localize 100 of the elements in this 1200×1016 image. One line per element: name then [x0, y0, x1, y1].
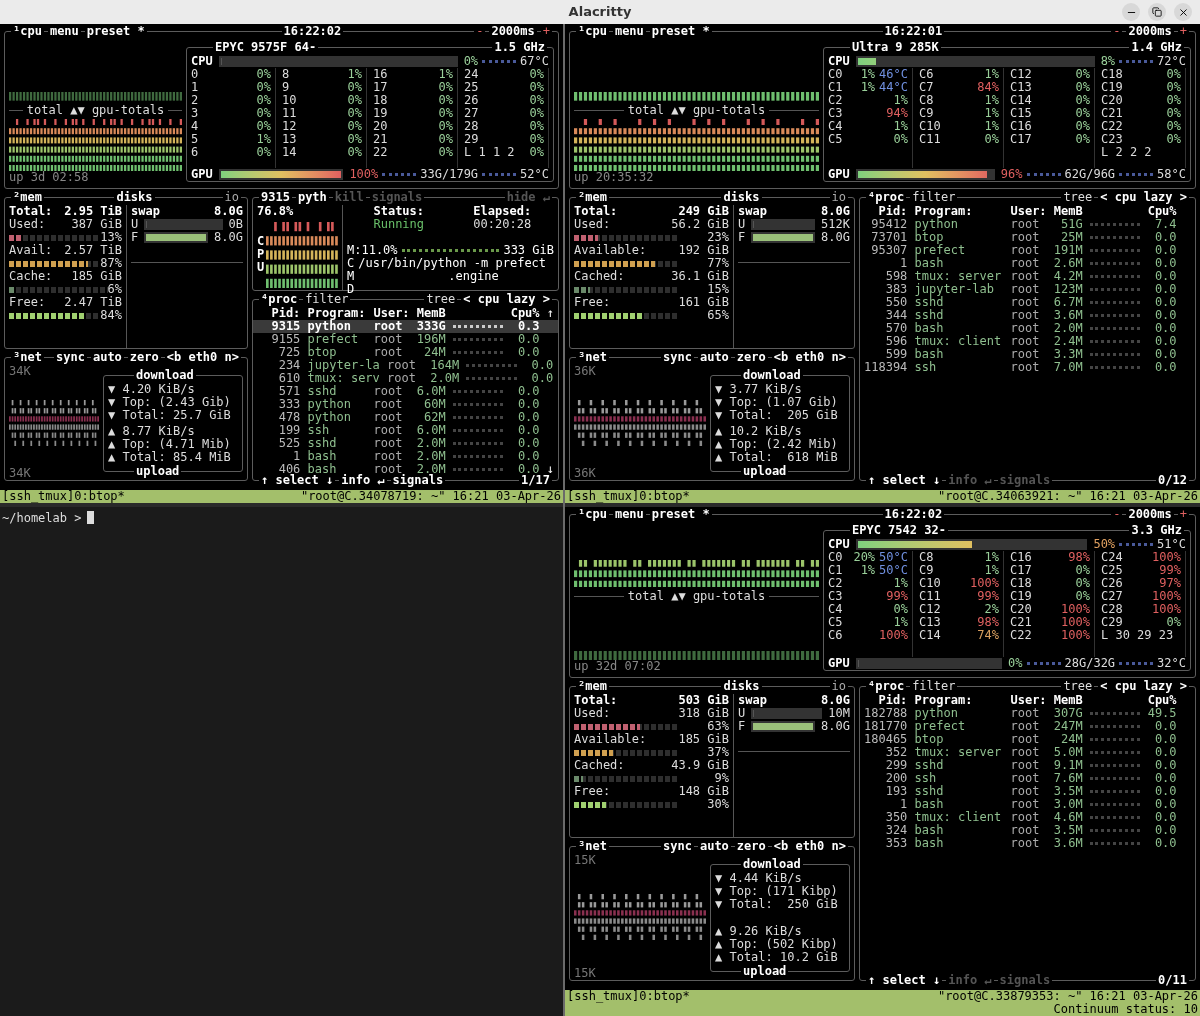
time-label[interactable]: 16:22:01	[882, 25, 945, 38]
process-row[interactable]: 200 ssh root 7.6M 0.0	[860, 772, 1195, 785]
download-label[interactable]: download	[741, 369, 803, 382]
network-option[interactable]: <b eth0 n>	[771, 351, 848, 364]
upload-label[interactable]: upload	[741, 465, 789, 478]
footer-action[interactable]: signals	[390, 474, 446, 487]
process-row[interactable]: 571 sshd root 6.0M 0.0	[253, 385, 558, 398]
footer-action[interactable]: ↑ select ↓	[866, 474, 943, 487]
network-option[interactable]: sync	[54, 351, 87, 364]
io-title[interactable]: io	[829, 191, 848, 204]
process-row[interactable]: 9155 prefect root 196M 0.0	[253, 333, 558, 346]
interval-label[interactable]: 2000ms	[1126, 508, 1174, 521]
process-row[interactable]: 181770 prefect root 247M 0.0	[860, 720, 1195, 733]
process-row[interactable]: 1 bash root 2.6M 0.0	[860, 257, 1195, 270]
network-option[interactable]: zero	[734, 840, 768, 853]
menu-tab[interactable]: menu	[612, 508, 646, 521]
interval-label[interactable]: 2000ms	[1126, 25, 1174, 38]
sort-selector[interactable]: < cpu lazy >	[461, 293, 552, 306]
process-title[interactable]: ⁴proc	[259, 293, 300, 306]
filter-button[interactable]: filter	[910, 191, 958, 204]
process-row[interactable]: 193 sshd root 3.5M 0.0	[860, 785, 1195, 798]
process-row[interactable]: 344 sshd root 3.6M 0.0	[860, 309, 1195, 322]
menu-tab[interactable]: preset *	[649, 508, 712, 521]
time-label[interactable]: 16:22:02	[281, 25, 344, 38]
process-row[interactable]: 234 jupyter-la root 164M 0.0	[253, 359, 558, 372]
interval-label[interactable]: 2000ms	[489, 25, 537, 38]
tree-button[interactable]: tree	[424, 293, 458, 306]
network-option[interactable]: sync	[661, 840, 694, 853]
process-row[interactable]: 73701 btop root 25M 0.0	[860, 231, 1195, 244]
process-row[interactable]: 525 sshd root 2.0M 0.0	[253, 437, 558, 450]
network-option[interactable]: auto	[90, 351, 124, 364]
menu-tab[interactable]: preset *	[649, 25, 712, 38]
time-label[interactable]: 16:22:02	[882, 508, 945, 521]
process-row[interactable]: 478 python root 62M 0.0	[253, 411, 558, 424]
process-row[interactable]: 350 tmux: client root 4.6M 0.0	[860, 811, 1195, 824]
process-row[interactable]: 95412 python root 51G 7.4	[860, 218, 1195, 231]
process-row[interactable]: 9315 python root 333G 0.3	[253, 320, 558, 333]
network-title[interactable]: ³net	[576, 351, 609, 364]
download-label[interactable]: download	[134, 369, 196, 382]
process-row[interactable]: 1 bash root 3.0M 0.0	[860, 798, 1195, 811]
process-row[interactable]: 180465 btop root 24M 0.0	[860, 733, 1195, 746]
scroll-up-arrow[interactable]: ↑	[546, 307, 554, 320]
process-row[interactable]: 95307 prefect root 191M 0.0	[860, 244, 1195, 257]
footer-action[interactable]: ↑ select ↓	[866, 974, 943, 987]
process-count[interactable]: 0/11	[1156, 974, 1189, 987]
sort-selector[interactable]: < cpu lazy >	[1098, 680, 1189, 693]
menu-tab[interactable]: ¹cpu	[11, 25, 44, 38]
process-row[interactable]: 570 bash root 2.0M 0.0	[860, 322, 1195, 335]
cpu-model-label[interactable]: EPYC 9575F 64-	[213, 41, 319, 54]
network-title[interactable]: ³net	[576, 840, 609, 853]
footer-action[interactable]: info ↵	[339, 474, 387, 487]
frequency-label[interactable]: 1.5 GHz	[492, 41, 547, 54]
process-row[interactable]: 353 bash root 3.6M 0.0	[860, 837, 1195, 850]
upload-label[interactable]: upload	[134, 465, 182, 478]
process-row[interactable]: 352 tmux: server root 5.0M 0.0	[860, 746, 1195, 759]
network-title[interactable]: ³net	[11, 351, 44, 364]
network-option[interactable]: auto	[697, 351, 731, 364]
close-button[interactable]	[1174, 3, 1192, 21]
io-title[interactable]: io	[829, 680, 848, 693]
frequency-label[interactable]: 3.3 GHz	[1129, 524, 1184, 537]
process-count[interactable]: 1/17	[519, 474, 552, 487]
process-row[interactable]: 725 btop root 24M 0.0	[253, 346, 558, 359]
process-count[interactable]: 0/12	[1156, 474, 1189, 487]
process-row[interactable]: 610 tmux: serv root 2.0M 0.0	[253, 372, 558, 385]
process-row[interactable]: 118394 ssh root 7.0M 0.0	[860, 361, 1195, 374]
network-option[interactable]: zero	[127, 351, 161, 364]
tree-button[interactable]: tree	[1061, 191, 1095, 204]
filter-button[interactable]: filter	[910, 680, 958, 693]
minimize-button[interactable]	[1122, 3, 1140, 21]
process-row[interactable]: 199 ssh root 6.0M 0.0	[253, 424, 558, 437]
network-option[interactable]: auto	[697, 840, 731, 853]
sort-selector[interactable]: < cpu lazy >	[1098, 191, 1189, 204]
network-option[interactable]: <b eth0 n>	[164, 351, 241, 364]
menu-tab[interactable]: ¹cpu	[576, 508, 609, 521]
process-row[interactable]: 299 sshd root 9.1M 0.0	[860, 759, 1195, 772]
menu-tab[interactable]: menu	[47, 25, 81, 38]
process-row[interactable]: 383 jupyter-lab root 123M 0.0	[860, 283, 1195, 296]
process-row[interactable]: 324 bash root 3.5M 0.0	[860, 824, 1195, 837]
restore-button[interactable]	[1148, 3, 1166, 21]
download-label[interactable]: download	[741, 858, 803, 871]
process-title[interactable]: ⁴proc	[866, 680, 907, 693]
tree-button[interactable]: tree	[1061, 680, 1095, 693]
process-row[interactable]: 598 tmux: server root 4.2M 0.0	[860, 270, 1195, 283]
io-title[interactable]: io	[222, 191, 241, 204]
network-option[interactable]: sync	[661, 351, 694, 364]
disks-title[interactable]: disks	[721, 680, 762, 693]
memory-title[interactable]: ²mem	[576, 191, 609, 204]
menu-tab[interactable]: preset *	[84, 25, 147, 38]
disks-title[interactable]: disks	[721, 191, 762, 204]
menu-tab[interactable]: menu	[612, 25, 646, 38]
process-title[interactable]: ⁴proc	[866, 191, 907, 204]
process-row[interactable]: 599 bash root 3.3M 0.0	[860, 348, 1195, 361]
disks-title[interactable]: disks	[114, 191, 155, 204]
process-row[interactable]: 1 bash root 2.0M 0.0	[253, 450, 558, 463]
memory-title[interactable]: ²mem	[11, 191, 44, 204]
network-option[interactable]: <b eth0 n>	[771, 840, 848, 853]
process-name-label[interactable]: pyth	[295, 191, 329, 204]
memory-title[interactable]: ²mem	[576, 680, 609, 693]
footer-action[interactable]: ↑ select ↓	[259, 474, 336, 487]
process-row[interactable]: 596 tmux: client root 2.4M 0.0	[860, 335, 1195, 348]
